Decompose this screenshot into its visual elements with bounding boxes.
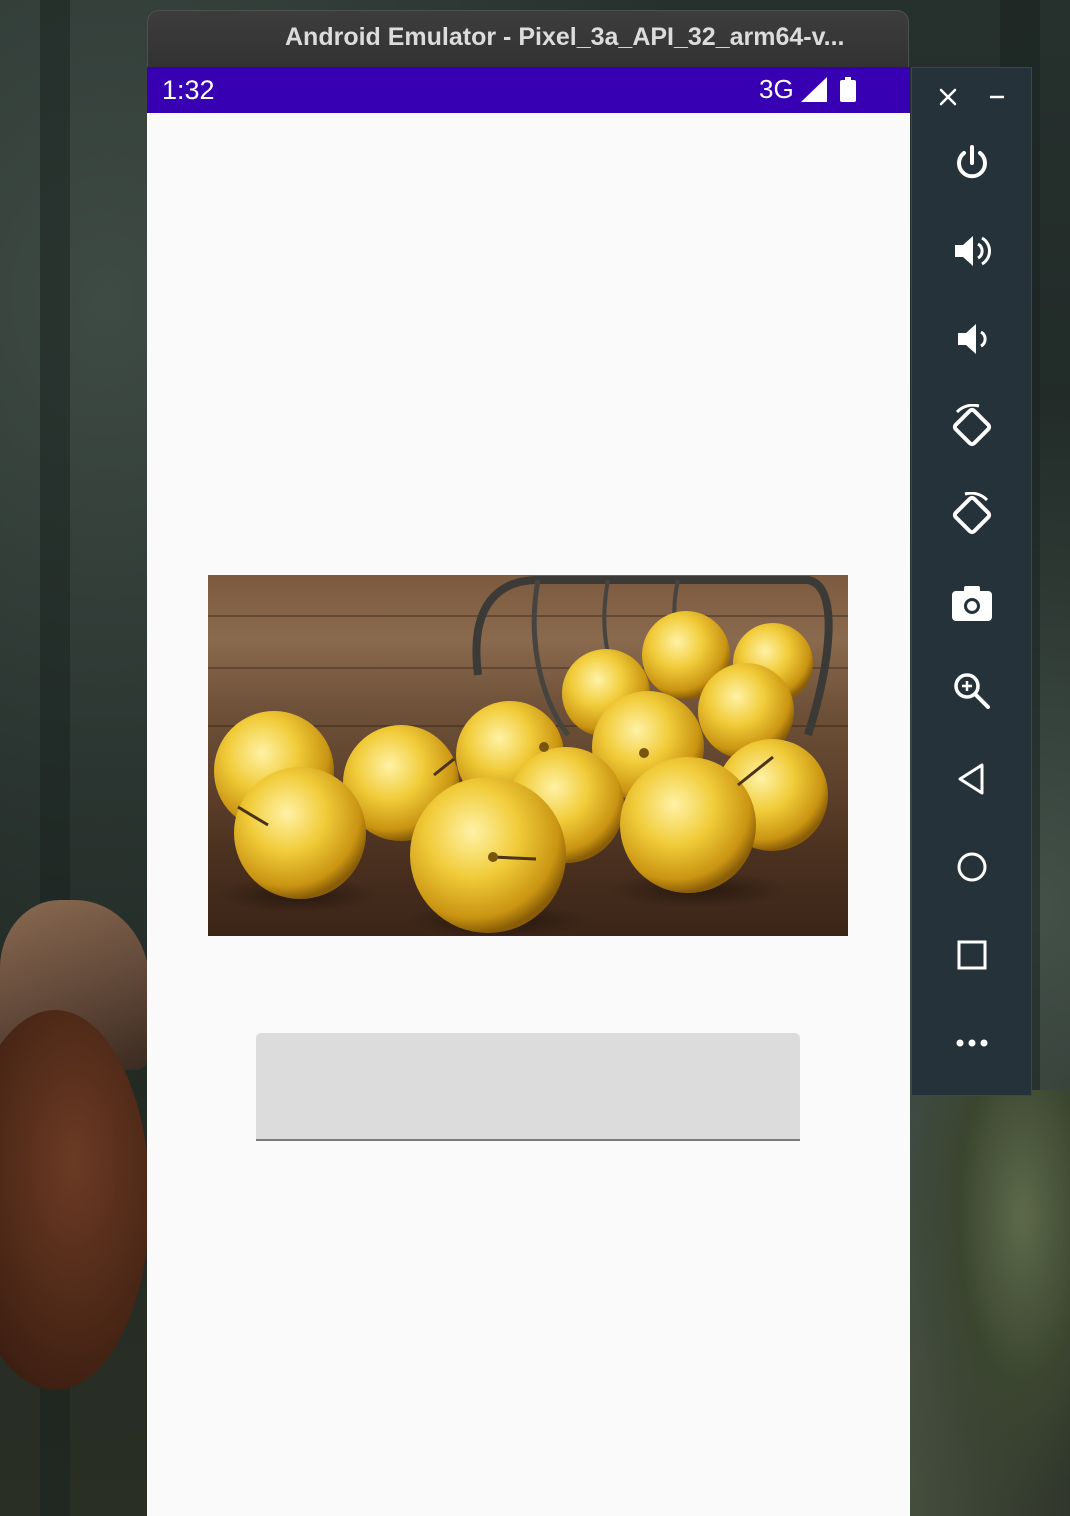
status-time: 1:32 <box>162 75 215 105</box>
rotate-left-icon <box>952 404 991 447</box>
power-icon <box>956 145 987 179</box>
volume-up-icon <box>954 236 991 266</box>
wallpaper-fern <box>910 1090 1070 1510</box>
battery-icon <box>840 77 856 102</box>
camera-icon <box>951 586 992 621</box>
back-button[interactable] <box>912 757 1031 801</box>
text-input-field[interactable] <box>256 1033 800 1141</box>
power-button[interactable] <box>912 141 1031 185</box>
device-screen[interactable]: 1:32 3G <box>147 67 910 1516</box>
zoom-icon <box>953 673 990 709</box>
rotate-right-button[interactable] <box>912 492 1031 537</box>
emulator-title-bar[interactable]: Android Emulator - Pixel_3a_API_32_arm64… <box>147 10 909 67</box>
apples-image <box>208 575 848 936</box>
volume-down-button[interactable] <box>912 317 1031 361</box>
overview-button[interactable] <box>912 933 1031 977</box>
status-bar: 1:32 3G <box>147 67 910 113</box>
home-icon <box>957 852 986 882</box>
signal-icon <box>801 77 827 102</box>
more-icon <box>956 1039 987 1047</box>
screenshot-button[interactable] <box>912 581 1031 625</box>
volume-down-icon <box>957 324 987 354</box>
close-icon[interactable] <box>931 82 965 112</box>
zoom-button[interactable] <box>912 669 1031 713</box>
network-type: 3G <box>759 74 794 104</box>
window-title: Android Emulator - Pixel_3a_API_32_arm64… <box>285 23 845 51</box>
home-button[interactable] <box>912 845 1031 889</box>
rotate-left-button[interactable] <box>912 404 1031 449</box>
emulator-toolbar <box>911 67 1032 1096</box>
more-button[interactable] <box>912 1021 1031 1065</box>
back-icon <box>958 763 983 795</box>
overview-icon <box>957 940 986 970</box>
minimize-icon[interactable] <box>980 82 1014 112</box>
volume-up-button[interactable] <box>912 229 1031 273</box>
apples-illustration <box>214 576 833 936</box>
rotate-right-icon <box>952 492 991 535</box>
